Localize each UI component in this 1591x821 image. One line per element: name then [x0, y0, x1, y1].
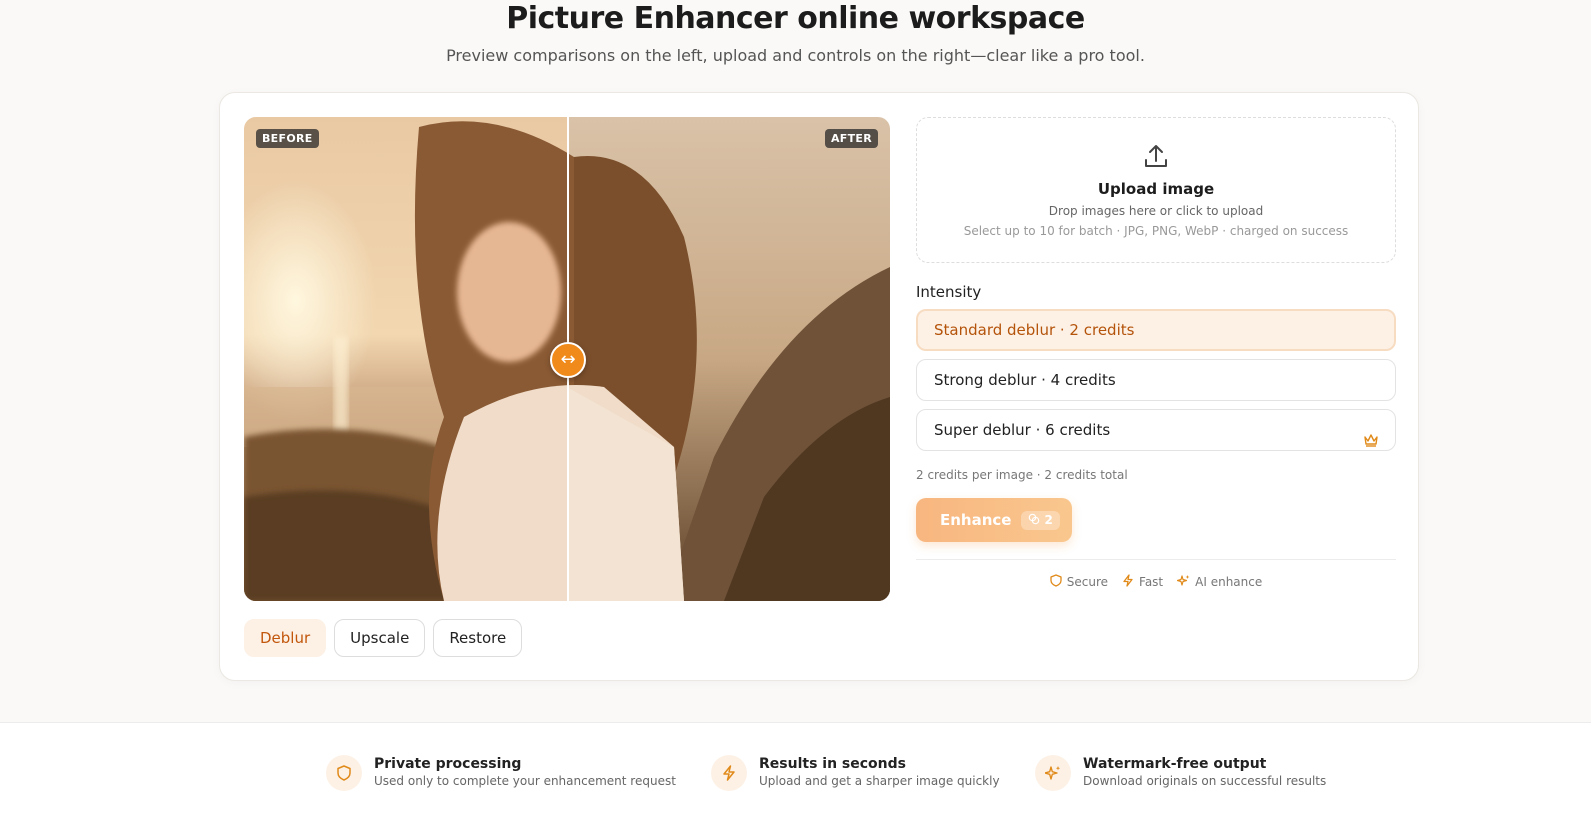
intensity-option-standard[interactable]: Standard deblur · 2 credits: [916, 309, 1396, 351]
sparkle-icon: [1177, 574, 1190, 590]
credits-summary: 2 credits per image · 2 credits total: [916, 468, 1128, 482]
compare-handle[interactable]: ↔: [550, 342, 586, 378]
enhance-button[interactable]: Enhance 2: [916, 498, 1072, 542]
coins-icon: [1028, 513, 1040, 528]
after-label: AFTER: [824, 129, 878, 148]
feature-speed: Results in seconds Upload and get a shar…: [711, 755, 1000, 791]
divider: [916, 559, 1396, 560]
mode-tabs: Deblur Upscale Restore: [244, 619, 523, 657]
intensity-option-super[interactable]: Super deblur · 6 credits: [916, 409, 1396, 451]
bolt-icon: [1122, 574, 1134, 590]
page-subtitle: Preview comparisons on the left, upload …: [446, 46, 1145, 65]
trust-fast: Fast: [1122, 574, 1163, 590]
trust-fast-label: Fast: [1139, 575, 1164, 589]
trust-badges: Secure Fast AI enhance: [916, 574, 1396, 590]
mode-upscale-button[interactable]: Upscale: [334, 619, 426, 657]
upload-title: Upload image: [1097, 180, 1215, 198]
feature-strip: Private processing Used only to complete…: [0, 722, 1591, 821]
before-label: BEFORE: [256, 129, 319, 148]
trust-ai-label: AI enhance: [1195, 575, 1263, 589]
trust-ai: AI enhance: [1177, 574, 1262, 590]
shield-icon: [326, 755, 362, 791]
mode-deblur-button[interactable]: Deblur: [244, 619, 327, 657]
feature-desc: Used only to complete your enhancement r…: [374, 774, 676, 788]
intensity-option-strong[interactable]: Strong deblur · 4 credits: [916, 359, 1396, 401]
workspace-card: BEFORE AFTER ↔ Deblur Upscale Restore Up…: [219, 92, 1419, 681]
trust-secure: Secure: [1050, 574, 1108, 590]
trust-secure-label: Secure: [1066, 575, 1109, 589]
feature-private: Private processing Used only to complete…: [326, 755, 676, 791]
intensity-option-label: Super deblur · 6 credits: [934, 421, 1111, 439]
credit-cost: 2: [1044, 513, 1053, 527]
intensity-option-label: Strong deblur · 4 credits: [934, 371, 1116, 389]
enhance-label: Enhance: [940, 511, 1012, 529]
intensity-option-label: Standard deblur · 2 credits: [934, 321, 1135, 339]
feature-title: Watermark-free output: [1083, 756, 1267, 772]
crown-icon: [1363, 422, 1379, 462]
sparkle-icon: [1035, 755, 1071, 791]
controls-panel: Upload image Drop images here or click t…: [916, 117, 1396, 590]
shield-icon: [1050, 574, 1062, 590]
upload-dropzone[interactable]: Upload image Drop images here or click t…: [916, 117, 1396, 263]
credit-cost-badge: 2: [1021, 510, 1060, 530]
page-title: Picture Enhancer online workspace: [506, 1, 1085, 36]
upload-details: Select up to 10 for batch · JPG, PNG, We…: [963, 224, 1349, 238]
feature-watermark: Watermark-free output Download originals…: [1035, 755, 1326, 791]
mode-restore-button[interactable]: Restore: [433, 619, 523, 657]
feature-title: Results in seconds: [759, 756, 906, 772]
bolt-icon: [711, 755, 747, 791]
before-after-preview[interactable]: BEFORE AFTER ↔: [244, 117, 890, 601]
feature-desc: Upload and get a sharper image quickly: [759, 774, 1000, 788]
upload-icon: [1142, 145, 1170, 174]
upload-hint: Drop images here or click to upload: [1048, 204, 1264, 218]
feature-title: Private processing: [374, 756, 522, 772]
intensity-label: Intensity: [916, 283, 982, 301]
feature-desc: Download originals on successful results: [1083, 774, 1327, 788]
